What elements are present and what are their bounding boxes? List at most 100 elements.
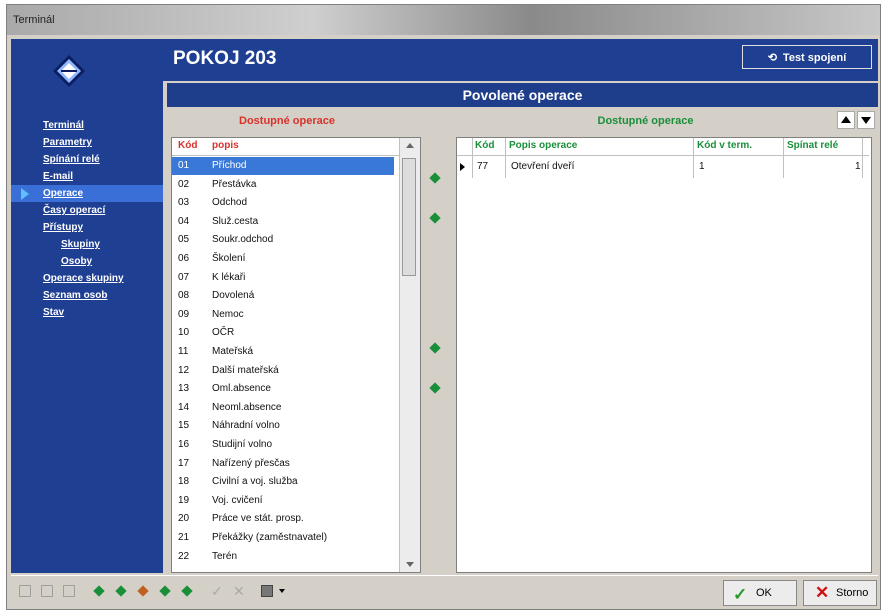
list-item[interactable]: 05 Soukr.odchod [172,231,394,249]
list-item[interactable]: 13 Oml.absence [172,380,394,398]
cell-desc: K lékaři [212,271,246,283]
ok-button[interactable]: ✓ OK [723,580,797,606]
col-header-code: Kód [178,140,198,151]
printer-icon [261,585,273,597]
cancel-record-button[interactable]: ✕ [231,583,247,599]
scrollbar-thumb[interactable] [402,158,416,276]
cancel-button[interactable]: ✕ Storno [803,580,877,606]
list-item[interactable]: 20 Práce ve stát. prosp. [172,510,394,528]
vertical-scrollbar[interactable] [399,138,420,572]
double-arrow-left-icon [429,382,441,394]
last-record-button[interactable] [179,583,195,599]
remove-all-button[interactable] [427,381,445,395]
title-bar: Terminál [7,5,880,35]
cell-desc: Oml.absence [212,383,271,395]
cell-desc: Soukr.odchod [212,234,274,246]
nav-item-11[interactable]: Stav [11,304,163,321]
list-item[interactable]: 03 Odchod [172,194,394,212]
list-item[interactable]: 12 Další mateřská [172,362,394,380]
nav-item-6[interactable]: Přístupy [11,219,163,236]
nav-item-9[interactable]: Operace skupiny [11,270,163,287]
left-nav-panel: Terminál Parametry Spínání relé E-mail Opera… [11,39,163,573]
next-record-button[interactable] [157,583,173,599]
list-item[interactable]: 01 Příchod [172,157,394,175]
list-item[interactable]: 08 Dovolená [172,287,394,305]
nav-item-label: Stav [43,307,65,318]
move-down-button[interactable] [857,111,875,129]
main-window: Terminál Terminál Parametry Spínání relé E-… [6,4,881,610]
bottom-toolbar: ✓ ✕ ✓ OK ✕ Storno [11,575,878,608]
list-item[interactable]: 06 Školení [172,250,394,268]
list-item[interactable]: 18 Civilní a voj. služba [172,473,394,491]
arrow-down-icon [861,117,871,124]
room-title: POKOJ 203 [173,48,277,69]
nav-item-5[interactable]: Časy operací [11,202,163,219]
cell-code: 19 [178,494,190,506]
cell-desc: Náhradní volno [212,420,280,432]
cell-code: 21 [178,532,190,543]
cell-desc: Odchod [212,197,248,209]
available-operations-grid: Kód popis 01 Příchod 02 Přestávka 03 Odchod 04… [171,137,421,573]
prev-record-button[interactable] [113,583,129,599]
col-header-code: Kód [475,140,495,151]
add-one-button[interactable] [427,171,445,185]
list-item[interactable]: 04 Služ.cesta [172,213,394,231]
prev-icon [115,585,127,597]
cell-desc: Mateřská [212,346,254,357]
cell-code: 03 [178,197,190,209]
nav-item-0[interactable]: Terminál [11,117,163,134]
nav-item-4[interactable]: Operace [11,185,163,202]
list-item[interactable]: 19 Voj. cvičení [172,492,394,510]
nav-item-label: Osoby [61,256,93,267]
list-item[interactable]: 15 Náhradní volno [172,417,394,435]
cell-code: 14 [178,401,190,413]
nav-item-10[interactable]: Seznam osob [11,287,163,304]
nav-item-2[interactable]: Spínání relé [11,151,163,168]
nav-item-label: Časy operací [43,205,106,216]
delete-record-button[interactable] [61,583,77,599]
copy-record-button[interactable] [39,583,55,599]
print-dropdown-button[interactable] [277,583,287,599]
scroll-down-icon [406,562,414,567]
row-pointer-icon [460,163,465,171]
confirm-record-button[interactable]: ✓ [209,583,225,599]
new-record-button[interactable] [17,583,33,599]
table-row[interactable]: 77 Otevření dveří 1 1 [457,159,869,176]
list-item[interactable]: 02 Přestávka [172,176,394,194]
nav-item-8[interactable]: Osoby [11,253,163,270]
remove-one-button[interactable] [427,341,445,355]
nav-item-label: Přístupy [43,222,84,233]
check-icon: ✓ [733,585,748,604]
chevron-down-icon [279,589,285,593]
list-item[interactable]: 07 K lékaři [172,269,394,287]
list-item[interactable]: 11 Mateřská [172,343,394,361]
cell-desc: Přestávka [212,178,257,190]
list-item[interactable]: 22 Terén [172,548,394,566]
left-panel-title: Dostupné operace [239,115,335,127]
cell-code: 06 [178,253,190,264]
copy-icon [41,585,53,597]
list-item[interactable]: 21 Překážky (zaměstnavatel) [172,529,394,547]
list-item[interactable]: 10 OČR [172,324,394,342]
list-item[interactable]: 14 Neoml.absence [172,399,394,417]
nav-item-1[interactable]: Parametry [11,134,163,151]
window-title: Terminál [13,14,55,26]
move-up-button[interactable] [837,111,855,129]
nav-item-3[interactable]: E-mail [11,168,163,185]
col-header-term-code: Kód v term. [697,140,753,151]
section-title: Povolené operace [167,83,878,107]
first-record-button[interactable] [91,583,107,599]
print-button[interactable] [259,583,275,599]
list-item[interactable]: 17 Nařízený přesčas [172,455,394,473]
add-all-button[interactable] [427,211,445,225]
search-record-button[interactable] [135,583,151,599]
delete-icon [63,585,75,597]
cell-desc: Služ.cesta [212,215,259,227]
list-item[interactable]: 16 Studijní volno [172,436,394,454]
test-connection-button[interactable]: ⟲ Test spojení [742,45,872,69]
nav-item-7[interactable]: Skupiny [11,236,163,253]
list-item[interactable]: 09 Nemoc [172,306,394,324]
cell-code: 20 [178,513,190,525]
cell-code: 12 [178,364,190,376]
cell-desc: OČR [212,327,235,339]
